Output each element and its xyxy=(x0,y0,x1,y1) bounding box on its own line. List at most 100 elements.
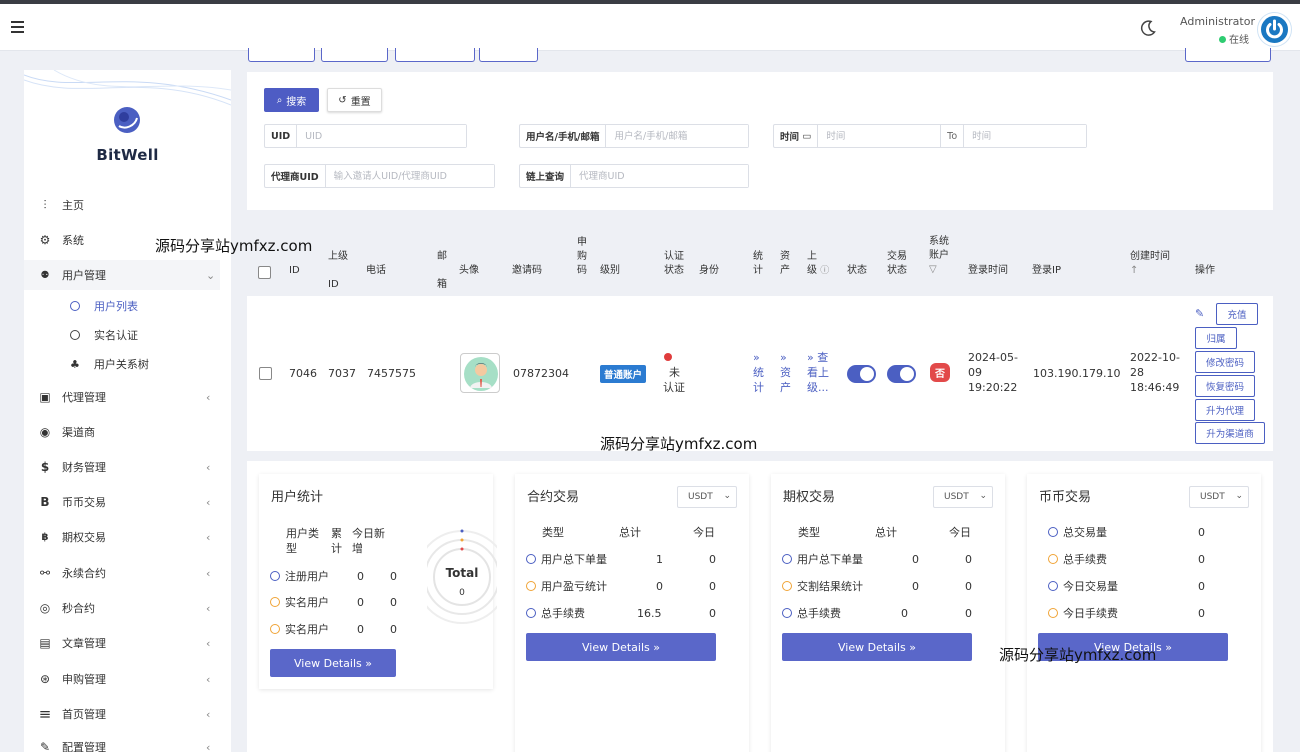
sub-user-list[interactable]: 用户列表 xyxy=(64,294,138,318)
menu-toggle-icon[interactable] xyxy=(11,21,24,33)
chart-icon: ⫶ xyxy=(43,197,47,212)
options-currency-select[interactable]: USDT ⌄ xyxy=(933,486,993,508)
lifebuoy-icon: ⊛ xyxy=(39,672,51,686)
contract-col-total: 总计 xyxy=(619,526,641,539)
nav-perpetual[interactable]: ⚯ 永续合约 ‹ xyxy=(24,558,220,588)
online-dot-icon xyxy=(1219,36,1226,43)
spot-card: 币币交易 USDT ⌄ 总交易量 0 总手续费 0 今日交易量 0 今日手续费 0… xyxy=(1027,474,1261,752)
options-row-1: 用户总下单量 xyxy=(782,552,863,567)
chevron-left-icon: ‹ xyxy=(206,636,211,650)
nav-channel-label: 渠道商 xyxy=(62,426,95,439)
options-row-1-total: 0 xyxy=(912,553,919,566)
nav-agent[interactable]: ▣ 代理管理 ‹ xyxy=(24,382,220,412)
time-from-input[interactable] xyxy=(818,125,941,147)
chain-query-field: 链上查询 xyxy=(519,164,749,188)
th-auth-status: 认证 状态 xyxy=(664,251,684,276)
username-label: 用户名/手机/邮箱 xyxy=(520,125,607,147)
toolbar-button-1[interactable] xyxy=(248,48,315,62)
chain-query-label: 链上查询 xyxy=(520,165,572,187)
toolbar-button-2[interactable] xyxy=(321,48,388,62)
row-checkbox[interactable] xyxy=(259,367,272,380)
contract-currency-select[interactable]: USDT ⌄ xyxy=(677,486,737,508)
spot-currency-select[interactable]: USDT ⌄ xyxy=(1189,486,1249,508)
id-card-icon: ▣ xyxy=(39,390,51,404)
view-parent-link[interactable]: » 查看上 级... xyxy=(807,350,829,395)
tree-icon: ♣ xyxy=(70,357,80,371)
user-stats-details-button[interactable]: View Details » xyxy=(270,649,396,677)
options-row-3: 总手续费 xyxy=(782,606,841,621)
user-stats-row-2-total: 0 xyxy=(357,596,364,609)
nav-articles[interactable]: ▤ 文章管理 ‹ xyxy=(24,628,220,658)
select-all-checkbox[interactable] xyxy=(258,266,271,279)
chevron-left-icon: ‹ xyxy=(206,530,211,544)
trade-status-toggle[interactable] xyxy=(887,365,916,383)
nav-finance[interactable]: $ 财务管理 ‹ xyxy=(24,452,220,482)
nav-config[interactable]: ✎ 配置管理 ‹ xyxy=(24,732,220,752)
options-row-2: 交割结果统计 xyxy=(782,579,863,594)
time-to-input[interactable] xyxy=(964,125,1087,147)
time-label: 时间 ▭ xyxy=(774,125,819,147)
nav-options[interactable]: ฿ 期权交易 ‹ xyxy=(24,522,220,552)
search-button[interactable]: ⌕ 搜索 xyxy=(264,88,319,112)
chevron-down-icon: ⌄ xyxy=(206,268,216,282)
cell-login-ip: 103.190.179.10 xyxy=(1033,367,1121,380)
th-stats: 统计 xyxy=(753,251,763,276)
promote-channel-button[interactable]: 升为渠道商 xyxy=(1195,422,1265,444)
nav-subscription[interactable]: ⊛ 申购管理 ‹ xyxy=(24,664,220,694)
chain-query-input[interactable] xyxy=(571,165,748,187)
chevron-down-icon: ⌄ xyxy=(979,491,987,501)
toolbar-button-export[interactable] xyxy=(1185,48,1271,62)
username-input[interactable] xyxy=(606,125,748,147)
table-row: 7046 7037 7457575 07872304 普通账户 未认证 » 统计 … xyxy=(247,296,1273,451)
restore-password-button[interactable]: 恢复密码 xyxy=(1195,375,1255,397)
agent-uid-input[interactable] xyxy=(325,165,494,187)
contract-row-3-today: 0 xyxy=(709,607,716,620)
filter-icon[interactable]: ▽ xyxy=(929,264,937,275)
nav-homepage-label: 首页管理 xyxy=(62,708,106,721)
contract-row-2: 用户盈亏统计 xyxy=(526,579,607,594)
th-apply-code: 申购码 xyxy=(577,237,587,276)
toolbar-button-3[interactable] xyxy=(395,48,475,62)
user-stats-row-1-total: 0 xyxy=(357,570,364,583)
recharge-button[interactable]: 充值 xyxy=(1216,303,1258,325)
logo-wave-decoration xyxy=(24,70,231,106)
users-icon: ⚉ xyxy=(40,269,50,281)
admin-avatar[interactable] xyxy=(1258,13,1291,46)
uid-input[interactable] xyxy=(297,125,466,147)
promote-agent-button[interactable]: 升为代理 xyxy=(1195,399,1255,421)
nav-homepage[interactable]: ≡ 首页管理 ‹ xyxy=(24,699,220,729)
options-row-2-total: 0 xyxy=(912,580,919,593)
admin-name[interactable]: Administrator xyxy=(1180,15,1255,28)
cell-auth-status: 未认证 xyxy=(663,366,685,394)
toolbar-button-4[interactable] xyxy=(479,48,538,62)
nav-seconds[interactable]: ◎ 秒合约 ‹ xyxy=(24,593,220,623)
assets-link[interactable]: » 资产 xyxy=(780,350,791,395)
sub-real-name[interactable]: 实名认证 xyxy=(64,323,138,347)
bitcoin-icon: B xyxy=(40,495,50,509)
nav-home[interactable]: ⫶ 主页 xyxy=(24,190,220,220)
assign-button[interactable]: 归属 xyxy=(1195,327,1237,349)
nav-options-label: 期权交易 xyxy=(62,531,106,544)
options-details-button[interactable]: View Details » xyxy=(782,633,972,661)
sub-user-tree[interactable]: ♣ 用户关系树 xyxy=(64,352,149,376)
status-toggle[interactable] xyxy=(847,365,876,383)
edit-icon[interactable]: ✎ xyxy=(1195,306,1204,321)
spot-row-4-value: 0 xyxy=(1198,607,1205,620)
nav-user-management[interactable]: ⚉ 用户管理 ⌄ xyxy=(24,260,220,290)
change-password-button[interactable]: 修改密码 xyxy=(1195,351,1255,373)
contract-details-button[interactable]: View Details » xyxy=(526,633,716,661)
spot-title: 币币交易 xyxy=(1039,490,1092,505)
nav-channel[interactable]: ◉ 渠道商 xyxy=(24,417,220,447)
chevron-left-icon: ‹ xyxy=(206,707,211,721)
search-button-label: 搜索 xyxy=(286,96,307,108)
dark-mode-moon-icon[interactable] xyxy=(1138,18,1158,38)
nav-spot[interactable]: B 币币交易 ‹ xyxy=(24,487,220,517)
th-created[interactable]: 创建时间 ↑ xyxy=(1130,250,1170,278)
stats-link[interactable]: » 统计 xyxy=(753,350,764,395)
reset-button[interactable]: ↺ 重置 xyxy=(327,88,382,112)
chevron-left-icon: ‹ xyxy=(206,672,211,686)
user-stats-row-2: 实名用户 xyxy=(270,595,329,610)
options-row-2-today: 0 xyxy=(965,580,972,593)
stats-area: 用户统计 用户类型 累计 今日新增 注册用户 0 0 实名用户 0 0 实名用户… xyxy=(247,461,1273,752)
th-id: ID xyxy=(289,265,300,276)
